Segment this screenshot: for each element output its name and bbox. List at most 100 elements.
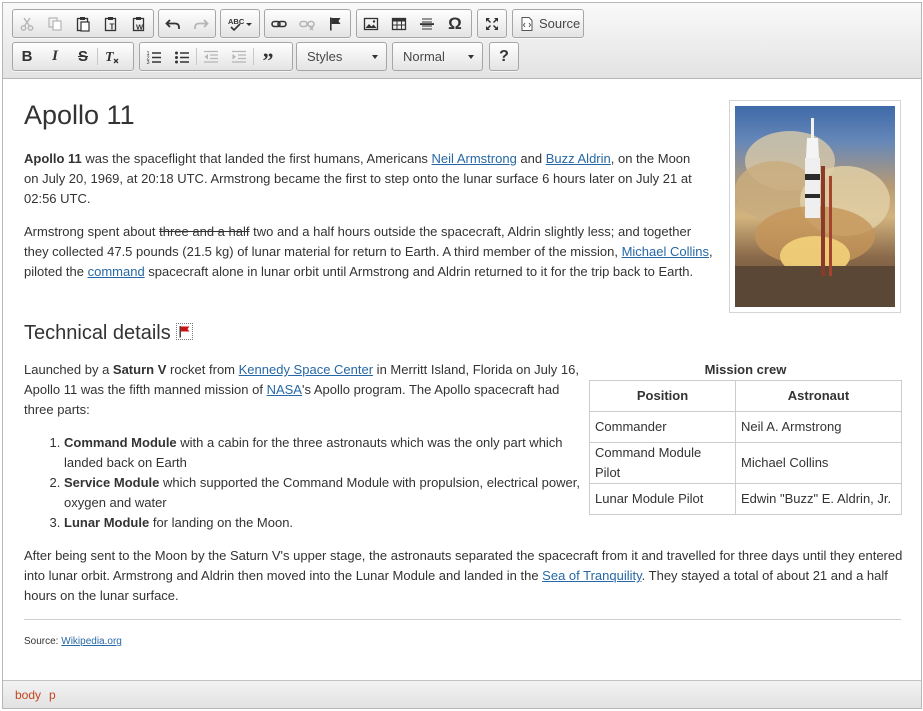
blockquote-icon[interactable]: ” [254,43,282,73]
element-path-bar: body p [3,680,921,708]
list-item: Command Module with a cabin for the thre… [64,433,594,473]
source-icon [521,16,533,31]
orbit-paragraph: After being sent to the Moon by the Satu… [24,546,904,606]
link-nasa[interactable]: NASA [267,382,302,397]
strike-icon[interactable]: S [69,43,97,70]
source-group: Source [512,9,584,38]
unlink-icon[interactable] [293,10,321,37]
help-label: ? [499,47,509,65]
page-title: Apollo 11 [24,100,135,130]
link-wikipedia[interactable]: Wikipedia.org [61,636,122,647]
numbered-list-icon[interactable]: 123 [140,43,168,70]
help-button[interactable]: ? [490,43,518,70]
lists-group: 123 ” [139,42,293,73]
link-michael-collins[interactable]: Michael Collins [622,244,709,259]
link-command[interactable]: command [88,264,145,279]
link-neil-armstrong[interactable]: Neil Armstrong [432,151,517,166]
text: rocket from [166,362,239,377]
redo-icon[interactable] [187,10,215,37]
flag-anchor-icon[interactable] [176,323,193,340]
paste-word-icon[interactable]: W [125,10,153,37]
path-item-body[interactable]: body [15,688,41,702]
text: and [516,151,546,166]
special-char-icon[interactable]: Ω [441,10,469,37]
undo-icon[interactable] [159,10,187,37]
help-group: ? [489,42,519,71]
clipboard-group: T W [12,9,154,38]
table-caption: Mission crew [704,362,787,377]
bold-text: Saturn V [112,362,167,377]
section-heading: Technical details [24,322,171,344]
editor-toolbar: T W ABC Ω Source B I S T 1 2 3 ” Styles … [3,3,921,79]
paste-text-icon[interactable]: T [97,10,125,37]
spacecraft-parts-list: Command Module with a cabin for the thre… [24,433,594,533]
link-icon[interactable] [265,10,293,37]
svg-text:T: T [110,22,115,31]
bold-text: Apollo 11 [24,151,82,166]
styles-dropdown[interactable]: Styles [296,42,387,71]
styles-dropdown-value: Styles [307,49,343,64]
list-item: Lunar Module for landing on the Moon. [64,513,594,533]
bold-icon[interactable]: B [13,43,41,70]
chevron-down-icon [468,55,474,59]
table-cell[interactable]: Command Module Pilot [589,442,736,484]
italic-icon[interactable]: I [41,43,69,70]
paste-icon[interactable] [69,10,97,37]
strikethrough-text: three and a half [159,224,250,239]
spellcheck-icon[interactable]: ABC [221,10,259,37]
text: Launched by a [24,362,113,377]
source-button[interactable]: Source [513,10,590,37]
table-cell[interactable]: Commander [589,411,736,443]
rocket-launch-image [735,106,895,307]
rich-text-editor: T W ABC Ω Source B I S T 1 2 3 ” Styles … [2,2,922,709]
editor-content[interactable]: Apollo 11 Apollo 11 was the spaceflight … [3,80,921,680]
bold-text: Service Module [64,475,160,490]
outdent-icon[interactable] [197,43,225,70]
bulleted-list-icon[interactable] [168,43,196,70]
eva-paragraph: Armstrong spent about three and a half t… [24,222,714,282]
table-cell[interactable]: Edwin "Buzz" E. Aldrin, Jr. [735,483,902,515]
horizontal-rule-icon[interactable] [413,10,441,37]
table-cell[interactable]: Michael Collins [735,442,902,484]
copy-icon[interactable] [41,10,69,37]
remove-format-icon[interactable]: T [98,43,126,70]
source-label: Source [539,16,581,31]
format-dropdown[interactable]: Normal [392,42,483,71]
indent-icon[interactable] [225,43,253,70]
maximize-icon[interactable] [478,10,506,37]
table-cell[interactable]: Lunar Module Pilot [589,483,736,515]
horizontal-rule [24,619,901,620]
column-header: Position [589,380,736,412]
list-item: Service Module which supported the Comma… [64,473,594,513]
image-icon[interactable] [357,10,385,37]
text: for landing on the Moon. [149,515,294,530]
svg-text:ABC: ABC [228,17,245,26]
bold-text: Lunar Module [64,515,150,530]
text: was the spaceflight that landed the firs… [81,151,432,166]
apollo-launch-photo[interactable] [729,100,901,313]
table-icon[interactable] [385,10,413,37]
spellcheck-group: ABC [220,9,260,38]
text: Armstrong spent about [24,224,160,239]
basic-styles-group: B I S T [12,42,134,71]
link-kennedy-space-center[interactable]: Kennedy Space Center [239,362,373,377]
anchor-icon[interactable] [321,10,349,37]
format-dropdown-value: Normal [403,49,445,64]
undo-group [158,9,216,38]
table-row: Lunar Module Pilot Edwin "Buzz" E. Aldri… [589,483,902,515]
mission-crew-table[interactable]: Position Astronaut Commander Neil A. Arm… [589,380,902,515]
svg-text:3: 3 [147,60,150,65]
column-header: Astronaut [735,380,902,412]
link-sea-of-tranquility[interactable]: Sea of Tranquility [542,568,641,583]
table-cell[interactable]: Neil A. Armstrong [735,411,902,443]
path-item-p[interactable]: p [49,688,56,702]
chevron-down-icon [372,55,378,59]
link-buzz-aldrin[interactable]: Buzz Aldrin [546,151,611,166]
cut-icon[interactable] [13,10,41,37]
table-row: Commander Neil A. Armstrong [589,411,902,443]
intro-paragraph: Apollo 11 was the spaceflight that lande… [24,149,707,209]
text: spacecraft alone in lunar orbit until Ar… [144,264,694,279]
launch-paragraph: Launched by a Saturn V rocket from Kenne… [24,360,589,420]
svg-text:T: T [105,50,115,65]
table-row: Command Module Pilot Michael Collins [589,442,902,484]
